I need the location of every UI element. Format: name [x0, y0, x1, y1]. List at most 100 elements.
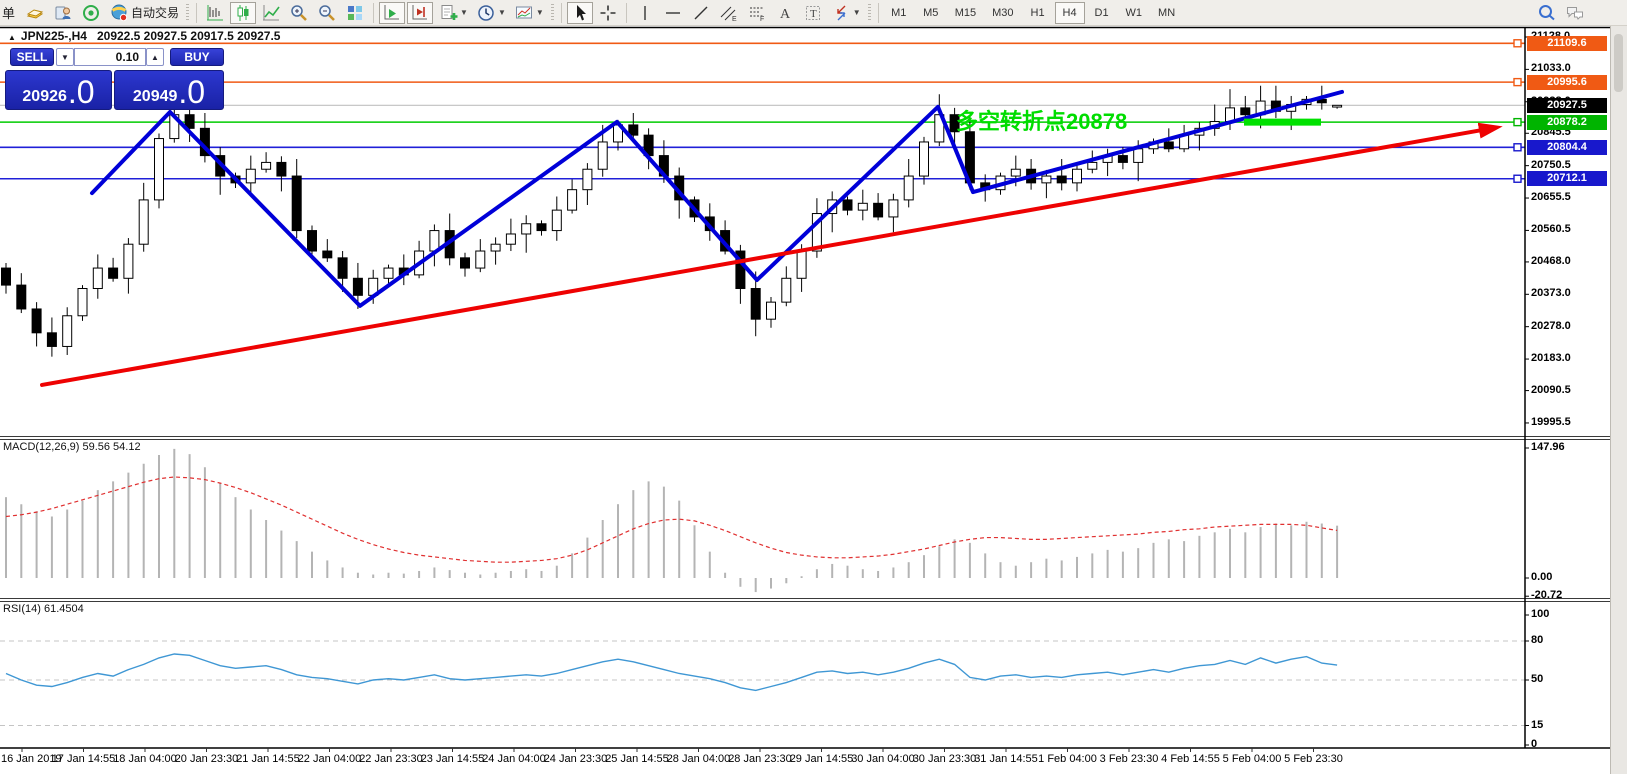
sell-button[interactable]: SELL [10, 48, 54, 66]
timeframe-button-m1[interactable]: M1 [884, 2, 914, 24]
trendline-icon[interactable] [688, 2, 714, 24]
timeframe-group: M1M5M15M30H1H4D1W1MN [883, 2, 1183, 24]
date-label: 22 Jan 23:30 [359, 753, 423, 765]
template-icon[interactable]: ▼ [511, 2, 547, 24]
order-book-icon[interactable] [22, 2, 48, 24]
price-badge: 21109.6 [1527, 36, 1607, 51]
price-tick-label: 20468.0 [1531, 255, 1571, 267]
timeframe-button-h4[interactable]: H4 [1055, 2, 1085, 24]
timeframe-button-m5[interactable]: M5 [916, 2, 946, 24]
frame-and-axis-layer [0, 28, 1610, 753]
caret-down-icon: ▼ [498, 8, 506, 17]
timeframe-button-d1[interactable]: D1 [1087, 2, 1117, 24]
volume-value: 0.10 [116, 50, 139, 64]
autotrade-label: 自动交易 [131, 4, 179, 21]
vertical-line-icon[interactable] [632, 2, 658, 24]
market-watch-icon[interactable] [50, 2, 76, 24]
date-label: 30 Jan 23:30 [913, 753, 977, 765]
toolbar-grip [186, 4, 189, 22]
zoom-in-icon[interactable] [286, 2, 312, 24]
date-label: 5 Feb 04:00 [1223, 753, 1282, 765]
window-scrollbar[interactable] [1610, 26, 1627, 774]
chart-shift-icon[interactable] [407, 2, 433, 24]
fibonacci-icon[interactable]: F [744, 2, 770, 24]
chart-title: ▲JPN225-,H420922.5 20927.5 20917.5 20927… [8, 29, 280, 43]
cursor-icon[interactable] [567, 2, 593, 24]
caret-down-icon: ▼ [536, 8, 544, 17]
horizontal-price-lines [0, 43, 1525, 178]
line-chart-icon[interactable] [258, 2, 284, 24]
horizontal-line-icon[interactable] [660, 2, 686, 24]
sell-price-box[interactable]: 20926.0 [5, 70, 112, 110]
rsi-axis-label: 80 [1531, 634, 1543, 646]
period-clock-icon[interactable]: ▼ [473, 2, 509, 24]
channel-icon[interactable]: E [716, 2, 742, 24]
arrows-shapes-icon[interactable]: ▼ [828, 2, 864, 24]
price-tick-label: 20750.5 [1531, 159, 1571, 171]
text-icon[interactable]: A [772, 2, 798, 24]
date-label: 17 Jan 14:55 [52, 753, 116, 765]
date-label: 29 Jan 14:55 [790, 753, 854, 765]
price-badge: 20927.5 [1527, 98, 1607, 113]
collapse-triangle-icon[interactable]: ▲ [8, 33, 16, 42]
crosshair-icon[interactable] [595, 2, 621, 24]
date-label: 22 Jan 04:00 [298, 753, 362, 765]
toolbar-grip [868, 4, 871, 22]
candles-layer [2, 84, 1342, 357]
date-label: 25 Jan 14:55 [605, 753, 669, 765]
zoom-out-icon[interactable] [314, 2, 340, 24]
volume-input[interactable]: 0.10 [74, 48, 146, 66]
chat-icon[interactable] [1562, 2, 1588, 24]
price-tick-label: 20373.0 [1531, 287, 1571, 299]
caret-up-icon: ▲ [151, 53, 159, 62]
tile-windows-icon[interactable] [342, 2, 368, 24]
text-label-icon[interactable]: T [800, 2, 826, 24]
autotrade-button[interactable]: 自动交易 [106, 2, 182, 24]
chart-annotation-text[interactable]: 多空转折点20878 [956, 104, 1127, 136]
macd-indicator-label: MACD(12,26,9) 59.56 54.12 [3, 441, 141, 453]
menu-fragment-label[interactable]: 单 [2, 3, 15, 22]
buy-button[interactable]: BUY [170, 48, 224, 66]
buy-price-pip: .0 [178, 78, 205, 106]
date-label: 30 Jan 04:00 [851, 753, 915, 765]
price-tick-label: 20560.5 [1531, 223, 1571, 235]
toolbar-grip [551, 4, 554, 22]
bars-chart-icon[interactable] [202, 2, 228, 24]
volume-decrease-button[interactable]: ▼ [56, 48, 74, 66]
toolbar-separator [626, 3, 627, 23]
rsi-axis-label: 15 [1531, 719, 1543, 731]
buy-price-box[interactable]: 20949.0 [114, 70, 224, 110]
date-label: 4 Feb 14:55 [1161, 753, 1220, 765]
candles-chart-icon[interactable] [230, 2, 256, 24]
date-label: 31 Jan 14:55 [974, 753, 1038, 765]
scrollbar-thumb[interactable] [1614, 34, 1623, 92]
sell-price-main: 20926 [22, 88, 67, 106]
timeframe-button-m15[interactable]: M15 [948, 2, 983, 24]
timeframe-button-h1[interactable]: H1 [1023, 2, 1053, 24]
sell-button-label: SELL [17, 50, 48, 64]
timeframe-button-m30[interactable]: M30 [985, 2, 1020, 24]
caret-down-icon: ▼ [61, 53, 69, 62]
chart-canvas[interactable] [0, 26, 1627, 774]
toolbar-separator [373, 3, 374, 23]
buy-price-main: 20949 [133, 88, 178, 106]
new-order-icon[interactable]: ▼ [435, 2, 471, 24]
price-badge: 20804.4 [1527, 140, 1607, 155]
rsi-layer [0, 641, 1525, 726]
volume-increase-button[interactable]: ▲ [146, 48, 164, 66]
timeframe-button-mn[interactable]: MN [1151, 2, 1182, 24]
ohlc-values: 20922.5 20927.5 20917.5 20927.5 [97, 29, 281, 43]
search-icon[interactable] [1534, 2, 1560, 24]
toolbar-separator [878, 3, 879, 23]
svg-text:F: F [760, 16, 764, 23]
toolbar: 单 自动交易 ▼ ▼ ▼ E F A T ▼ M1M5M15M30H1H [0, 0, 1627, 26]
price-badge: 20995.6 [1527, 75, 1607, 90]
rsi-axis-label: 100 [1531, 608, 1549, 620]
macd-axis-label: -20.72 [1531, 589, 1562, 601]
autoscroll-icon[interactable] [379, 2, 405, 24]
signal-icon[interactable] [78, 2, 104, 24]
price-badge: 20712.1 [1527, 171, 1607, 186]
timeframe-button-w1[interactable]: W1 [1119, 2, 1150, 24]
caret-down-icon: ▼ [853, 8, 861, 17]
date-label: 28 Jan 23:30 [728, 753, 792, 765]
